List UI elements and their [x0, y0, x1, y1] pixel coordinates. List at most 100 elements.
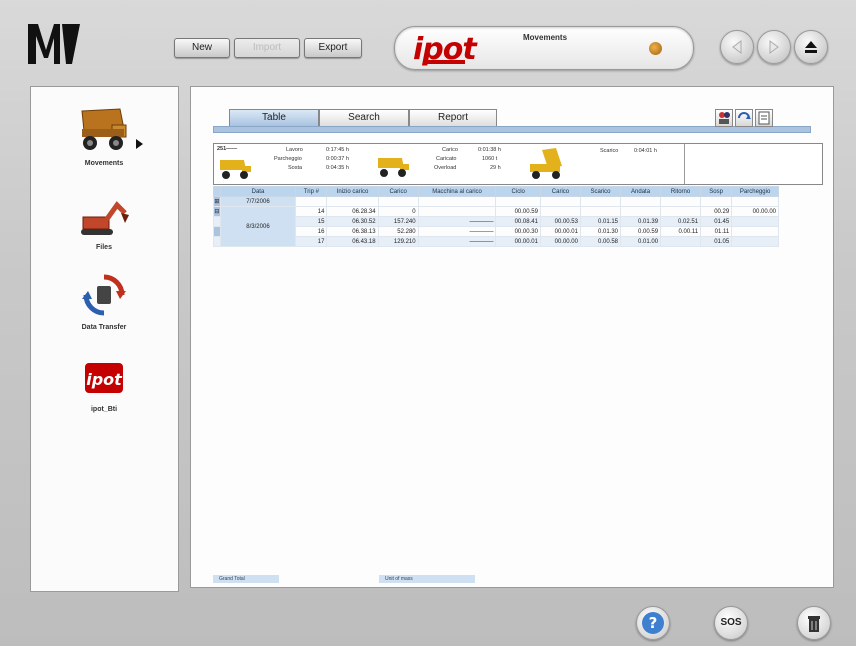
table-row[interactable]: ⊞ 7/7/2006	[213, 196, 779, 207]
date-cell: 8/3/2006	[219, 206, 297, 247]
table-row[interactable]: ⊟ 8/3/2006 14 06.28.34 0 00.00.59 00.29 …	[213, 206, 779, 247]
cell: 0.01.00	[620, 236, 662, 247]
collapse-icon[interactable]: ⊟	[213, 206, 221, 217]
vehicle-id: 251——	[217, 146, 238, 152]
cell: 52.280	[377, 226, 419, 237]
table-row[interactable]: 16 06.38.13 52.280 ———— 00.00.30 00.00.0…	[213, 226, 779, 237]
back-arrow-icon	[732, 40, 742, 54]
cell: 157.240	[377, 216, 419, 227]
caricato-value: 1060 t	[482, 156, 498, 162]
help-glyph: ?	[649, 614, 658, 632]
cell: 00.00.01	[539, 226, 581, 237]
excavator-icon	[81, 201, 129, 235]
column-header[interactable]: Data	[219, 186, 297, 197]
sidebar-item-ipot-bti[interactable]: ipot ipot_Bti	[49, 359, 159, 413]
back-button[interactable]	[720, 30, 754, 64]
unit-label: Unit of mass	[379, 575, 475, 583]
overload-value: 29 h	[490, 165, 501, 171]
column-header[interactable]: Ciclo	[495, 186, 541, 197]
scarico-value: 0:04:01 h	[634, 148, 657, 154]
tab-search[interactable]: Search	[319, 109, 409, 126]
sidebar-item-movements[interactable]: Movements	[49, 105, 159, 167]
sos-label: SOS	[720, 617, 742, 628]
column-header[interactable]: Sosp	[700, 186, 733, 197]
truck-icon	[220, 160, 251, 179]
date-cell: 7/7/2006	[219, 196, 297, 207]
parcheggio-value: 0:00:37 h	[326, 156, 349, 162]
summary-card: 251—— Lavoro 0:17:45 h Parcheggio 0:00:3…	[213, 143, 823, 185]
cell: 01.05	[700, 236, 733, 247]
tab-report[interactable]: Report	[409, 109, 497, 126]
cell: ————	[417, 226, 497, 237]
people-icon[interactable]	[715, 109, 733, 127]
cell: 00.00.00	[731, 206, 779, 217]
column-header[interactable]: Carico	[377, 186, 419, 197]
column-header[interactable]: Andata	[620, 186, 662, 197]
sidebar: Movements Files Data Transfer ipot ipot_…	[30, 86, 179, 592]
table-row[interactable]: 15 06.30.52 157.240 ———— 00.08.41 00.00.…	[213, 216, 779, 227]
cell: ————	[417, 216, 497, 227]
cell: 01.45	[700, 216, 733, 227]
refresh-icon[interactable]	[735, 109, 753, 127]
help-button[interactable]: ?	[636, 606, 670, 640]
column-header[interactable]: Trip #	[295, 186, 328, 197]
column-header[interactable]: Carico	[539, 186, 581, 197]
cell: 00.00.53	[539, 216, 581, 227]
row-marker	[213, 226, 221, 237]
sidebar-item-label: Movements	[84, 160, 124, 167]
column-header[interactable]: Macchina al carico	[417, 186, 497, 197]
column-header[interactable]: Scarico	[579, 186, 622, 197]
trash-icon	[808, 616, 820, 632]
carico-value: 0:01:38 h	[478, 147, 501, 153]
eject-button[interactable]	[794, 30, 828, 64]
header-marker	[213, 186, 221, 197]
status-orb-icon	[649, 42, 662, 55]
new-button[interactable]: New	[174, 38, 230, 58]
expand-icon[interactable]: ⊞	[213, 196, 221, 207]
cell: 0.00.59	[620, 226, 662, 237]
totals-strip: Grand Total Unit of mass	[213, 575, 809, 583]
parcheggio-label: Parcheggio	[274, 156, 302, 162]
page-title: Movements	[523, 33, 568, 42]
vm-logo-icon	[28, 24, 80, 64]
grand-total-label: Grand Total	[213, 575, 279, 583]
cell	[731, 216, 779, 227]
cell: 06.30.52	[326, 216, 379, 227]
cell	[731, 226, 779, 237]
sos-button[interactable]: SOS	[714, 606, 748, 640]
sidebar-item-label: Data Transfer	[81, 324, 127, 331]
cell: 00.00.30	[495, 226, 541, 237]
main-panel: Table Search Report 251—— Lavoro 0:17:45…	[190, 86, 834, 588]
overload-label: Overload	[434, 165, 457, 171]
forward-button[interactable]	[757, 30, 791, 64]
import-button[interactable]: Import	[234, 38, 300, 58]
top-toolbar: New Import Export ipot Movements	[0, 0, 856, 82]
cell: 0.02.51	[660, 216, 702, 227]
sidebar-item-data-transfer[interactable]: Data Transfer	[49, 273, 159, 331]
carico-label: Carico	[442, 147, 458, 153]
cell: 16	[295, 226, 328, 237]
movements-table: Data Trip # Inizio carico Carico Macchin…	[213, 186, 779, 247]
cell	[539, 206, 581, 217]
cell: 0.01.15	[579, 216, 622, 227]
caricato-label: Caricato	[436, 156, 457, 162]
trash-button[interactable]	[797, 606, 831, 640]
document-icon[interactable]	[755, 109, 773, 127]
sosta-value: 0:04:35 h	[326, 165, 349, 171]
cell: 00.00.01	[495, 236, 541, 247]
column-header[interactable]: Parcheggio	[731, 186, 779, 197]
sidebar-item-files[interactable]: Files	[49, 199, 159, 251]
lavoro-label: Lavoro	[286, 147, 303, 153]
dump-truck-icon	[81, 108, 127, 150]
sidebar-item-label: Files	[96, 244, 112, 251]
export-button[interactable]: Export	[304, 38, 362, 58]
cell	[579, 206, 622, 217]
column-header[interactable]: Ritorno	[660, 186, 702, 197]
cell: 15	[295, 216, 328, 227]
table-row[interactable]: 17 06.43.18 129.210 ———— 00.00.01 00.00.…	[213, 236, 779, 247]
cell	[417, 206, 497, 217]
cell	[620, 206, 662, 217]
column-header[interactable]: Inizio carico	[326, 186, 379, 197]
cell: 00.08.41	[495, 216, 541, 227]
tab-table[interactable]: Table	[229, 109, 319, 126]
